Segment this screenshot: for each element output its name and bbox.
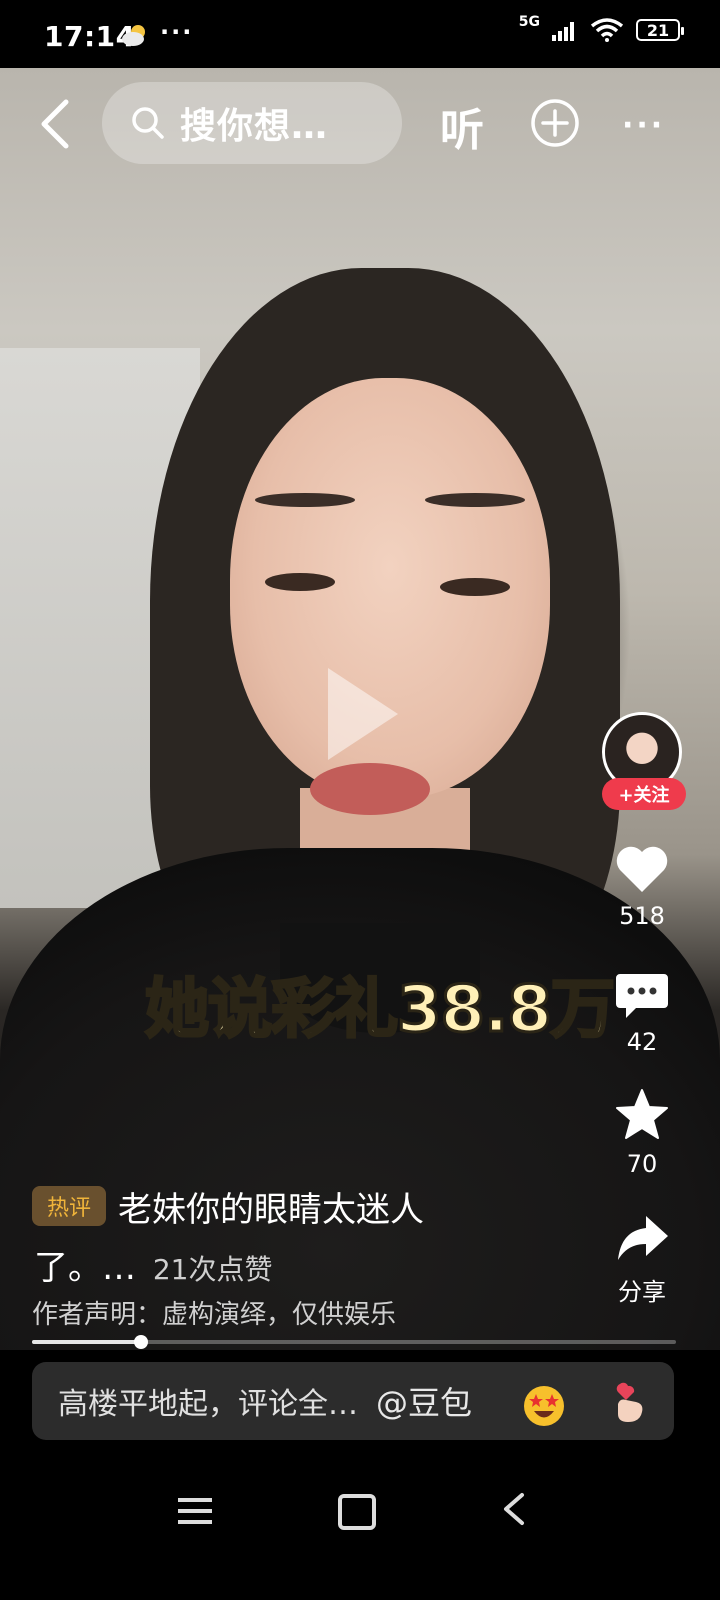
search-icon [132, 107, 164, 139]
video-progress-bar[interactable] [32, 1335, 676, 1349]
home-square-icon[interactable] [338, 1494, 376, 1530]
video-subject-brow-left [255, 493, 355, 507]
search-placeholder: 搜你想… [180, 106, 329, 147]
battery-indicator: 21 [636, 19, 684, 41]
star-eyes-emoji-icon[interactable] [522, 1384, 566, 1428]
status-right-icons: 5G 21 [519, 14, 684, 42]
author-disclaimer: 作者声明：虚构演绎，仅供娱乐 [32, 1300, 397, 1330]
play-icon[interactable] [328, 668, 398, 760]
video-caption: 她说彩礼38.8万 [144, 972, 617, 1049]
share-arrow-icon [618, 1216, 668, 1260]
video-subject-eye-left [265, 573, 335, 591]
video-subject-eye-right [440, 578, 510, 596]
signal-icon [552, 22, 574, 41]
progress-fill [32, 1340, 142, 1344]
wifi-icon [590, 18, 624, 42]
top-bar: 搜你想… 听 ··· [0, 68, 720, 178]
like-button[interactable]: 518 [597, 842, 687, 930]
share-label: 分享 [618, 1278, 666, 1306]
hot-comment-line2[interactable]: 了。… 21次点赞 [34, 1240, 272, 1289]
favorite-button[interactable]: 70 [597, 1088, 687, 1178]
favorite-count: 70 [626, 1150, 658, 1178]
mention-doubao[interactable]: @豆包 [376, 1378, 472, 1424]
cloud-sun-icon [122, 25, 145, 46]
nav-back-icon[interactable] [500, 1492, 526, 1526]
status-more-dots: ··· [160, 18, 194, 46]
video-subject-lips [310, 763, 430, 815]
menu-icon[interactable] [178, 1496, 212, 1526]
comment-bubble-icon [616, 974, 668, 1018]
finger-heart-emoji-icon[interactable] [606, 1380, 650, 1424]
heart-icon [616, 846, 668, 892]
hot-comment-tag: 热评 [32, 1186, 106, 1226]
battery-level: 21 [646, 20, 670, 40]
hot-comment-continuation: 了。… [34, 1248, 136, 1288]
like-count: 518 [619, 902, 665, 930]
comment-placeholder: 高楼平地起，评论全… [58, 1387, 358, 1422]
share-button[interactable]: 分享 [597, 1212, 687, 1307]
more-options-icon[interactable]: ··· [622, 108, 665, 143]
status-bar: 17:14 ··· 5G 21 [0, 0, 720, 68]
listen-button[interactable]: 听 [440, 94, 484, 158]
video-subject-brow-right [425, 493, 525, 507]
hot-comment-text[interactable]: 老妹你的眼睛太迷人 [118, 1182, 424, 1231]
follow-button[interactable]: +关注 [602, 778, 686, 810]
search-box[interactable]: 搜你想… [102, 82, 402, 164]
system-nav-bar [0, 1460, 720, 1560]
network-type: 5G [518, 14, 540, 30]
back-arrow-icon[interactable] [36, 96, 76, 152]
star-icon [616, 1089, 668, 1139]
hot-comment-likes: 21次点赞 [152, 1253, 273, 1286]
add-circle-icon[interactable] [530, 98, 580, 148]
comment-input-bar[interactable]: 高楼平地起，评论全… @豆包 [32, 1362, 674, 1440]
